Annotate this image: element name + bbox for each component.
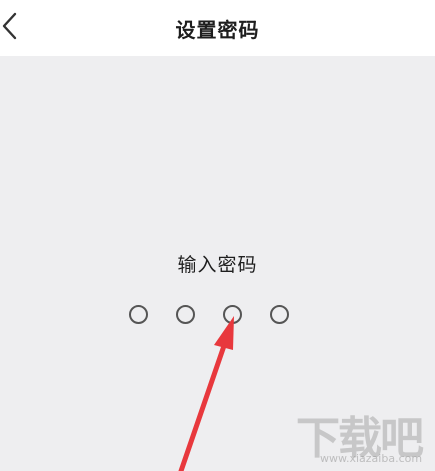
pin-dot-4 (270, 305, 289, 324)
pin-dot-1 (129, 305, 148, 324)
page-title: 设置密码 (175, 18, 260, 42)
back-button[interactable] (0, 8, 30, 44)
chevron-left-icon (2, 12, 17, 40)
nav-bar: 设置密码 (0, 0, 435, 56)
pin-dot-3 (223, 305, 242, 324)
pin-prompt: 输入密码 (177, 254, 258, 276)
pin-dot-2 (176, 305, 195, 324)
